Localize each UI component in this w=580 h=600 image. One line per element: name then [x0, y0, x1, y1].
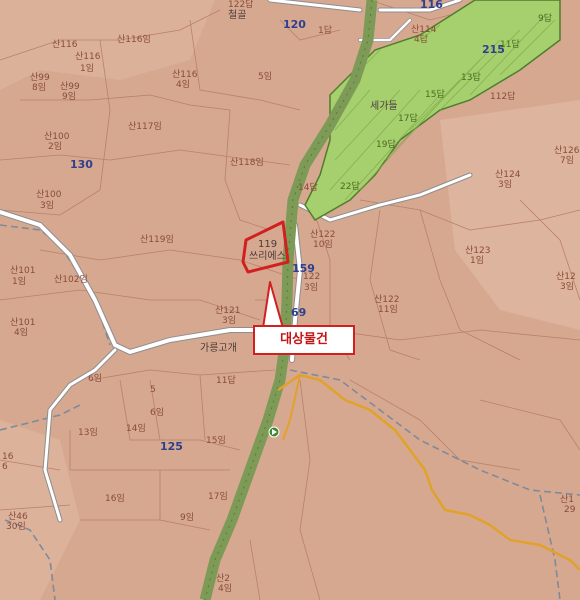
map-label: 125: [160, 440, 183, 453]
map-label: 산2: [216, 574, 231, 584]
map-label: 1답: [318, 26, 333, 36]
map-label: 산99: [60, 82, 80, 92]
map-label: 9임: [62, 92, 77, 102]
map-label: 11답: [500, 40, 520, 50]
map-label: 산123: [465, 246, 491, 256]
map-label: 130: [70, 158, 93, 171]
map-label: 4답: [414, 35, 429, 45]
map-label: 6: [2, 462, 8, 472]
map-label: 17답: [398, 114, 418, 124]
map-label: 산12: [556, 272, 576, 282]
map-label: 17임: [208, 492, 228, 502]
map-label: 6임: [150, 408, 165, 418]
map-label: 산116: [75, 52, 101, 62]
map-label: 산1: [560, 495, 575, 505]
map-graphics: [0, 0, 580, 600]
map-label: 13임: [78, 428, 98, 438]
map-label: 산119임: [140, 235, 174, 245]
map-label: 1임: [470, 256, 485, 266]
map-label: 122답: [228, 0, 254, 10]
map-label: 116: [420, 0, 443, 11]
map-label: 산114: [411, 25, 437, 35]
map-label: 16임: [105, 494, 125, 504]
map-label: 1임: [80, 64, 95, 74]
map-label: 11임: [378, 305, 398, 315]
map-label: 9임: [180, 513, 195, 523]
subject-parcel-number: 119: [258, 239, 278, 250]
map-label: 산116: [52, 40, 78, 50]
map-label: 산124: [495, 170, 521, 180]
map-label: 30임: [6, 522, 26, 532]
cadastral-map[interactable]: 대상물건 119 쓰리에스 122답 철골 120 1답 116 산114 4답…: [0, 0, 580, 600]
map-label: 2임: [48, 142, 63, 152]
map-label: 산121: [215, 306, 241, 316]
map-label: 산116임: [117, 35, 151, 45]
map-label: 19답: [376, 140, 396, 150]
map-label: 산122: [310, 230, 336, 240]
map-label: 16: [2, 452, 14, 462]
map-label: 산99: [30, 73, 50, 83]
map-label: 4임: [14, 328, 29, 338]
map-label: 가릉고개: [200, 343, 237, 354]
map-label: 22답: [340, 182, 360, 192]
map-label: 산126: [554, 146, 580, 156]
map-label: 29: [564, 505, 576, 515]
map-label: 3임: [222, 316, 237, 326]
map-label: 9답: [538, 14, 553, 24]
map-label: 10임: [313, 240, 333, 250]
map-label: 4임: [176, 80, 191, 90]
map-label: 산101: [10, 266, 36, 276]
map-label: 산101: [10, 318, 36, 328]
map-label: 4임: [218, 584, 233, 594]
map-label: 14답: [298, 183, 318, 193]
map-label: 1임: [12, 277, 27, 287]
map-label: 8임: [32, 83, 47, 93]
map-label: 산100: [36, 190, 62, 200]
subject-callout: 대상물건: [253, 325, 355, 355]
subject-parcel-label: 쓰리에스: [249, 251, 286, 262]
map-label: 5: [150, 385, 156, 395]
map-label: 69: [291, 306, 307, 319]
map-label: 산46: [8, 512, 28, 522]
map-label: 산118임: [230, 158, 264, 168]
map-label: 3임: [40, 201, 55, 211]
map-label: 15답: [425, 90, 445, 100]
map-label: 7임: [560, 156, 575, 166]
map-label: 산116: [172, 70, 198, 80]
map-label: 5임: [258, 72, 273, 82]
map-label: 14임: [126, 424, 146, 434]
map-label: 11답: [216, 376, 236, 386]
map-label: 159: [292, 262, 315, 275]
map-label: 3임: [304, 283, 319, 293]
map-label: 6임: [88, 374, 103, 384]
map-label: 세가들: [370, 101, 398, 112]
map-label: 3임: [498, 180, 513, 190]
map-label: 15임: [206, 436, 226, 446]
map-label: 120: [283, 18, 306, 31]
map-label: 산102임: [54, 275, 88, 285]
map-label: 산100: [44, 132, 70, 142]
map-label: 산117임: [128, 122, 162, 132]
map-label: 3임: [560, 282, 575, 292]
map-label: 112답: [490, 92, 516, 102]
map-label: 산122: [374, 295, 400, 305]
map-label: 13답: [461, 73, 481, 83]
map-label: 철골: [228, 10, 247, 21]
